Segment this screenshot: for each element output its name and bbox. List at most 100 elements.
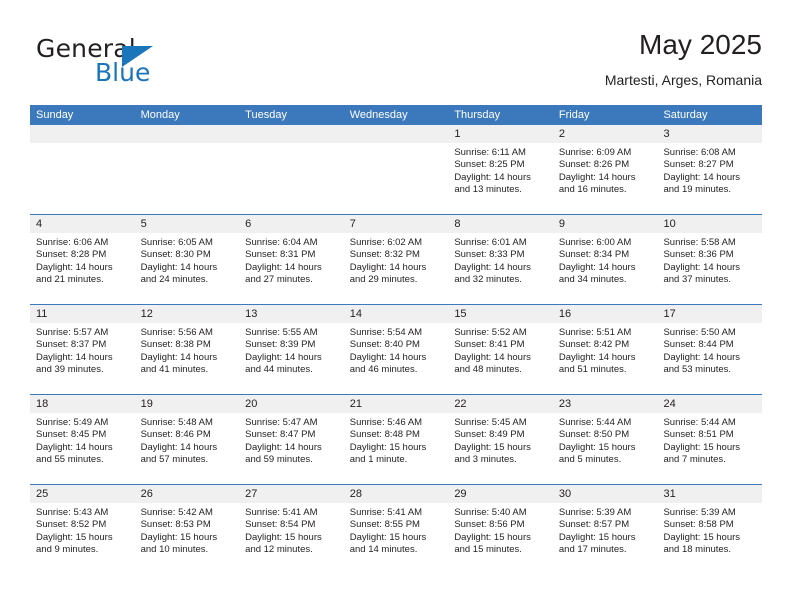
daylight-text: Daylight: 14 hours xyxy=(245,441,322,453)
day-number-band: 7 xyxy=(343,215,449,233)
day-number: 10 xyxy=(663,218,676,230)
daylight-text: Daylight: 14 hours xyxy=(36,441,113,453)
daylight-text: Daylight: 14 hours xyxy=(349,261,427,273)
daylight-text-cont: and 24 minutes. xyxy=(140,273,209,285)
day-number-band: 24 xyxy=(657,395,763,413)
calendar-day-cell[interactable]: 30 Sunrise: 5:39 AM Sunset: 8:57 PM Dayligh… xyxy=(552,485,658,574)
calendar-day-cell[interactable]: 26 Sunrise: 5:42 AM Sunset: 8:53 PM Dayligh… xyxy=(134,485,240,574)
weekday-header-thursday: Thursday xyxy=(454,109,501,121)
day-number-band: 3 xyxy=(657,125,763,143)
daylight-text-cont: and 13 minutes. xyxy=(454,183,522,195)
daylight-text: Daylight: 14 hours xyxy=(245,351,322,363)
calendar-day-cell[interactable]: 5 Sunrise: 6:05 AM Sunset: 8:30 PM Daylight… xyxy=(134,215,240,304)
day-number-band: 11 xyxy=(30,305,135,323)
calendar-day-cell[interactable]: 21 Sunrise: 5:46 AM Sunset: 8:48 PM Dayligh… xyxy=(343,395,449,484)
daylight-text-cont: and 9 minutes. xyxy=(36,543,99,555)
day-number-band: 20 xyxy=(239,395,344,413)
calendar-day-cell[interactable]: 4 Sunrise: 6:06 AM Sunset: 8:28 PM Daylight… xyxy=(30,215,135,304)
sunset-text: Sunset: 8:55 PM xyxy=(349,519,420,531)
week-row: 4 Sunrise: 6:06 AM Sunset: 8:28 PM Daylight… xyxy=(30,214,763,304)
calendar-cell-empty xyxy=(134,125,240,214)
day-number-band: 15 xyxy=(448,305,553,323)
calendar-day-cell[interactable]: 19 Sunrise: 5:48 AM Sunset: 8:46 PM Dayligh… xyxy=(134,395,240,484)
daylight-text-cont: and 15 minutes. xyxy=(454,543,522,555)
daylight-text-cont: and 12 minutes. xyxy=(245,543,313,555)
calendar-day-cell[interactable]: 17 Sunrise: 5:50 AM Sunset: 8:44 PM Dayligh… xyxy=(657,305,763,394)
daylight-text: Daylight: 14 hours xyxy=(349,351,427,363)
sunrise-text: Sunrise: 5:47 AM xyxy=(245,417,318,428)
weekday-header-monday: Monday xyxy=(140,109,180,121)
daylight-text: Daylight: 14 hours xyxy=(454,171,531,183)
calendar-day-cell[interactable]: 24 Sunrise: 5:44 AM Sunset: 8:51 PM Dayligh… xyxy=(657,395,763,484)
day-number-band: 2 xyxy=(552,125,658,143)
calendar-day-cell[interactable]: 13 Sunrise: 5:55 AM Sunset: 8:39 PM Dayligh… xyxy=(239,305,344,394)
weekday-header-saturday: Saturday xyxy=(663,109,708,121)
location-subtitle: Martesti, Arges, Romania xyxy=(604,72,762,88)
calendar-day-cell[interactable]: 16 Sunrise: 5:51 AM Sunset: 8:42 PM Dayligh… xyxy=(552,305,658,394)
day-detail-body: Sunrise: 5:52 AM Sunset: 8:41 PM Daylight:… xyxy=(448,323,553,376)
day-detail-body: Sunrise: 5:40 AM Sunset: 8:56 PM Daylight:… xyxy=(448,503,553,556)
calendar-cell-empty xyxy=(343,125,449,214)
daylight-text: Daylight: 15 hours xyxy=(454,441,531,453)
calendar-day-cell[interactable]: 22 Sunrise: 5:45 AM Sunset: 8:49 PM Dayligh… xyxy=(448,395,553,484)
sunrise-text: Sunrise: 5:42 AM xyxy=(140,507,213,518)
sunrise-text: Sunrise: 5:48 AM xyxy=(140,417,213,428)
sunrise-text: Sunrise: 5:39 AM xyxy=(558,507,632,518)
day-number: 3 xyxy=(663,128,670,140)
day-detail-body xyxy=(344,143,449,147)
day-number-band: 13 xyxy=(239,305,344,323)
daylight-text-cont: and 48 minutes. xyxy=(454,363,522,375)
calendar-day-cell[interactable]: 8 Sunrise: 6:01 AM Sunset: 8:33 PM Daylight… xyxy=(448,215,553,304)
day-number-band: 14 xyxy=(343,305,449,323)
calendar-day-cell[interactable]: 11 Sunrise: 5:57 AM Sunset: 8:37 PM Dayligh… xyxy=(30,305,135,394)
calendar-day-cell[interactable]: 2 Sunrise: 6:09 AM Sunset: 8:26 PM Daylight… xyxy=(552,125,658,214)
calendar-day-cell[interactable]: 14 Sunrise: 5:54 AM Sunset: 8:40 PM Dayligh… xyxy=(343,305,449,394)
sunrise-text: Sunrise: 6:08 AM xyxy=(663,147,736,158)
day-detail-body: Sunrise: 5:57 AM Sunset: 8:37 PM Daylight:… xyxy=(30,323,135,376)
calendar-day-cell[interactable]: 3 Sunrise: 6:08 AM Sunset: 8:27 PM Daylight… xyxy=(657,125,763,214)
calendar-day-cell[interactable]: 27 Sunrise: 5:41 AM Sunset: 8:54 PM Dayligh… xyxy=(239,485,344,574)
daylight-text: Daylight: 15 hours xyxy=(558,441,636,453)
page-title: May 2025 xyxy=(639,29,762,60)
calendar-day-cell[interactable]: 25 Sunrise: 5:43 AM Sunset: 8:52 PM Dayligh… xyxy=(30,485,135,574)
calendar-day-cell[interactable]: 6 Sunrise: 6:04 AM Sunset: 8:31 PM Daylight… xyxy=(239,215,344,304)
day-number-band xyxy=(30,125,135,143)
daylight-text: Daylight: 14 hours xyxy=(36,261,113,273)
day-number-band: 18 xyxy=(30,395,135,413)
calendar-day-cell[interactable]: 12 Sunrise: 5:56 AM Sunset: 8:38 PM Dayligh… xyxy=(134,305,240,394)
day-number: 30 xyxy=(558,488,572,500)
day-detail-body: Sunrise: 5:50 AM Sunset: 8:44 PM Daylight:… xyxy=(657,323,762,376)
sunset-text: Sunset: 8:39 PM xyxy=(245,339,316,351)
day-detail-body: Sunrise: 6:05 AM Sunset: 8:30 PM Daylight:… xyxy=(135,233,240,286)
calendar-day-cell[interactable]: 7 Sunrise: 6:02 AM Sunset: 8:32 PM Daylight… xyxy=(343,215,449,304)
calendar-day-cell[interactable]: 31 Sunrise: 5:39 AM Sunset: 8:58 PM Dayligh… xyxy=(657,485,763,574)
day-detail-body xyxy=(30,143,135,147)
daylight-text: Daylight: 14 hours xyxy=(663,351,741,363)
calendar-day-cell[interactable]: 10 Sunrise: 5:58 AM Sunset: 8:36 PM Dayligh… xyxy=(657,215,763,304)
day-detail-body: Sunrise: 5:51 AM Sunset: 8:42 PM Daylight:… xyxy=(553,323,658,376)
daylight-text: Daylight: 14 hours xyxy=(140,261,218,273)
day-detail-body: Sunrise: 6:09 AM Sunset: 8:26 PM Daylight:… xyxy=(553,143,658,196)
sunset-text: Sunset: 8:42 PM xyxy=(558,339,630,351)
calendar-day-cell[interactable]: 15 Sunrise: 5:52 AM Sunset: 8:41 PM Dayligh… xyxy=(448,305,553,394)
sunrise-text: Sunrise: 5:41 AM xyxy=(349,507,423,518)
calendar-page: General Blue May 2025 Martesti, Arges, R… xyxy=(0,0,792,612)
daylight-text: Daylight: 14 hours xyxy=(558,261,636,273)
day-number: 17 xyxy=(663,308,676,320)
day-detail-body: Sunrise: 5:55 AM Sunset: 8:39 PM Daylight:… xyxy=(239,323,344,376)
calendar-day-cell[interactable]: 9 Sunrise: 6:00 AM Sunset: 8:34 PM Daylight… xyxy=(552,215,658,304)
calendar-day-cell[interactable]: 1 Sunrise: 6:11 AM Sunset: 8:25 PM Daylight… xyxy=(448,125,553,214)
sunset-text: Sunset: 8:49 PM xyxy=(454,429,525,441)
day-detail-body: Sunrise: 5:39 AM Sunset: 8:57 PM Daylight:… xyxy=(553,503,658,556)
calendar-day-cell[interactable]: 23 Sunrise: 5:44 AM Sunset: 8:50 PM Dayligh… xyxy=(552,395,658,484)
day-detail-body: Sunrise: 5:56 AM Sunset: 8:38 PM Daylight:… xyxy=(135,323,240,376)
calendar-day-cell[interactable]: 28 Sunrise: 5:41 AM Sunset: 8:55 PM Dayligh… xyxy=(343,485,449,574)
calendar-day-cell[interactable]: 18 Sunrise: 5:49 AM Sunset: 8:45 PM Dayligh… xyxy=(30,395,135,484)
day-number: 4 xyxy=(36,218,43,230)
sunset-text: Sunset: 8:52 PM xyxy=(36,519,107,531)
sunset-text: Sunset: 8:51 PM xyxy=(663,429,734,441)
calendar-day-cell[interactable]: 20 Sunrise: 5:47 AM Sunset: 8:47 PM Dayligh… xyxy=(239,395,344,484)
daylight-text-cont: and 16 minutes. xyxy=(558,183,627,195)
weekday-header-sunday: Sunday xyxy=(36,109,74,121)
calendar-day-cell[interactable]: 29 Sunrise: 5:40 AM Sunset: 8:56 PM Dayligh… xyxy=(448,485,553,574)
